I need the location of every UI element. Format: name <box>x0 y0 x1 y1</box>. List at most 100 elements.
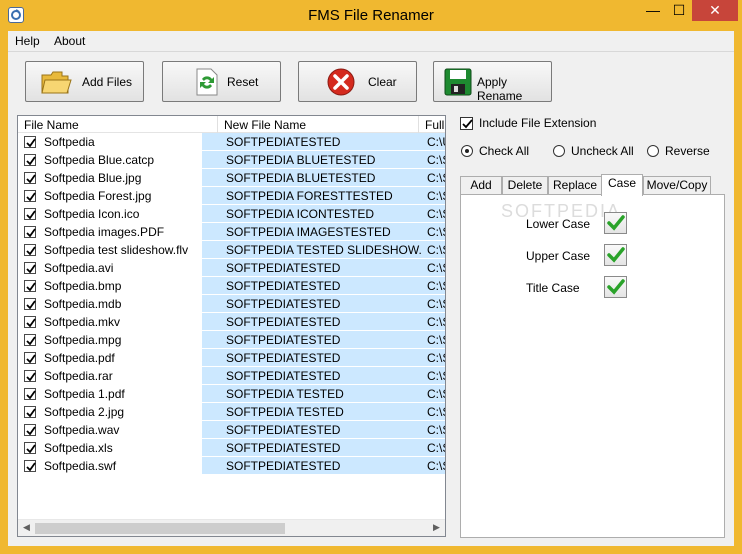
row-new-file-name: SOFTPEDIA FORESTTESTED <box>226 189 393 203</box>
apply-rename-button[interactable]: Apply Rename <box>433 61 552 103</box>
tab-add[interactable]: Add <box>460 176 502 195</box>
tab-replace[interactable]: Replace <box>548 176 602 195</box>
row-checkbox[interactable] <box>24 244 36 256</box>
tab-move-copy[interactable]: Move/Copy <box>643 176 711 195</box>
table-row[interactable]: Softpedia SOFTPEDIATESTED C:\U <box>18 133 445 151</box>
row-checkbox[interactable] <box>24 226 36 238</box>
title-case-button[interactable] <box>604 276 627 298</box>
check-all-radio[interactable] <box>461 145 473 157</box>
row-checkbox[interactable] <box>24 262 36 274</box>
row-new-file-name: SOFTPEDIA ICONTESTED <box>226 207 375 221</box>
row-new-file-name: SOFTPEDIA BLUETESTED <box>226 171 376 185</box>
table-row[interactable]: Softpedia Blue.jpg SOFTPEDIA BLUETESTED C:… <box>18 169 445 187</box>
close-button[interactable]: ✕ <box>692 0 738 21</box>
row-new-file-name: SOFTPEDIA TESTED <box>226 387 344 401</box>
row-checkbox[interactable] <box>24 190 36 202</box>
menu-about[interactable]: About <box>54 34 85 48</box>
title-bar[interactable]: FMS File Renamer — ☐ ✕ <box>0 0 742 31</box>
tab-delete[interactable]: Delete <box>502 176 548 195</box>
row-full-path: C:\S <box>427 315 445 329</box>
table-row[interactable]: Softpedia.xls SOFTPEDIATESTED C:\S <box>18 439 445 457</box>
upper-case-button[interactable] <box>604 244 627 266</box>
table-row[interactable]: Softpedia.mdb SOFTPEDIATESTED C:\S <box>18 295 445 313</box>
table-row[interactable]: Softpedia.pdf SOFTPEDIATESTED C:\S <box>18 349 445 367</box>
check-all-label[interactable]: Check All <box>479 144 529 158</box>
row-checkbox[interactable] <box>24 352 36 364</box>
lower-case-button[interactable] <box>604 212 627 234</box>
header-divider[interactable] <box>217 116 218 133</box>
header-full-path[interactable]: Full P <box>425 118 445 132</box>
row-new-file-name: SOFTPEDIA TESTED SLIDESHOW... <box>226 243 421 257</box>
table-row[interactable]: Softpedia.mkv SOFTPEDIATESTED C:\S <box>18 313 445 331</box>
table-row[interactable]: Softpedia.swf SOFTPEDIATESTED C:\S <box>18 457 445 475</box>
row-file-name: Softpedia Icon.ico <box>44 207 140 221</box>
row-full-path: C:\S <box>427 189 445 203</box>
reset-button[interactable]: Reset <box>162 61 281 102</box>
tab-case[interactable]: Case <box>601 174 643 196</box>
row-full-path: C:\S <box>427 333 445 347</box>
row-checkbox[interactable] <box>24 154 36 166</box>
header-divider[interactable] <box>418 116 419 133</box>
row-full-path: C:\S <box>427 369 445 383</box>
row-file-name: Softpedia Blue.jpg <box>44 171 142 185</box>
table-row[interactable]: Softpedia Icon.ico SOFTPEDIA ICONTESTED C:… <box>18 205 445 223</box>
scroll-right-icon[interactable]: ▶ <box>428 522 445 533</box>
table-row[interactable]: Softpedia.mpg SOFTPEDIATESTED C:\S <box>18 331 445 349</box>
row-checkbox[interactable] <box>24 460 36 472</box>
row-file-name: Softpedia Forest.jpg <box>44 189 152 203</box>
row-new-file-name: SOFTPEDIATESTED <box>226 279 341 293</box>
lower-case-label: Lower Case <box>526 217 591 231</box>
horizontal-scrollbar[interactable]: ◀ ▶ <box>18 519 445 536</box>
scroll-left-icon[interactable]: ◀ <box>18 522 35 533</box>
green-check-icon <box>607 215 625 231</box>
row-new-file-name: SOFTPEDIA BLUETESTED <box>226 153 376 167</box>
row-checkbox[interactable] <box>24 316 36 328</box>
file-list[interactable]: File Name New File Name Full P Softpedia… <box>17 115 446 537</box>
radio-dot <box>465 149 469 153</box>
uncheck-all-radio[interactable] <box>553 145 565 157</box>
table-row[interactable]: Softpedia Blue.catcp SOFTPEDIA BLUETESTED… <box>18 151 445 169</box>
row-full-path: C:\S <box>427 207 445 221</box>
row-checkbox[interactable] <box>24 370 36 382</box>
table-row[interactable]: Softpedia images.PDF SOFTPEDIA IMAGESTEST… <box>18 223 445 241</box>
scroll-thumb[interactable] <box>35 523 285 534</box>
uncheck-all-label[interactable]: Uncheck All <box>571 144 634 158</box>
table-row[interactable]: Softpedia 2.jpg SOFTPEDIA TESTED C:\S <box>18 403 445 421</box>
header-new-file-name[interactable]: New File Name <box>224 118 414 132</box>
table-row[interactable]: Softpedia test slideshow.flv SOFTPEDIA TE… <box>18 241 445 259</box>
minimize-button[interactable]: — <box>640 0 666 21</box>
table-row[interactable]: Softpedia.rar SOFTPEDIATESTED C:\S <box>18 367 445 385</box>
row-checkbox[interactable] <box>24 298 36 310</box>
table-row[interactable]: Softpedia Forest.jpg SOFTPEDIA FORESTTEST… <box>18 187 445 205</box>
include-extension-label[interactable]: Include File Extension <box>479 116 596 130</box>
add-files-button[interactable]: Add Files <box>25 61 144 102</box>
menu-help[interactable]: Help <box>15 34 40 48</box>
reverse-label[interactable]: Reverse <box>665 144 710 158</box>
row-checkbox[interactable] <box>24 208 36 220</box>
table-row[interactable]: Softpedia 1.pdf SOFTPEDIA TESTED C:\S <box>18 385 445 403</box>
reverse-radio[interactable] <box>647 145 659 157</box>
row-full-path: C:\U <box>427 135 445 149</box>
upper-case-label: Upper Case <box>526 249 591 263</box>
row-checkbox[interactable] <box>24 388 36 400</box>
row-full-path: C:\S <box>427 459 445 473</box>
row-checkbox[interactable] <box>24 406 36 418</box>
app-window: FMS File Renamer — ☐ ✕ Help About Add Fi… <box>0 0 742 554</box>
row-full-path: C:\S <box>427 351 445 365</box>
clear-button[interactable]: Clear <box>298 61 417 102</box>
header-file-name[interactable]: File Name <box>24 118 214 132</box>
list-header: File Name New File Name Full P <box>18 116 445 133</box>
row-checkbox[interactable] <box>24 334 36 346</box>
row-checkbox[interactable] <box>24 280 36 292</box>
clear-x-icon <box>325 67 357 97</box>
table-row[interactable]: Softpedia.wav SOFTPEDIATESTED C:\S <box>18 421 445 439</box>
row-checkbox[interactable] <box>24 442 36 454</box>
row-full-path: C:\S <box>427 261 445 275</box>
include-extension-checkbox[interactable] <box>460 117 473 130</box>
row-checkbox[interactable] <box>24 172 36 184</box>
row-checkbox[interactable] <box>24 136 36 148</box>
row-checkbox[interactable] <box>24 424 36 436</box>
table-row[interactable]: Softpedia.bmp SOFTPEDIATESTED C:\S <box>18 277 445 295</box>
table-row[interactable]: Softpedia.avi SOFTPEDIATESTED C:\S <box>18 259 445 277</box>
maximize-button[interactable]: ☐ <box>666 0 692 21</box>
